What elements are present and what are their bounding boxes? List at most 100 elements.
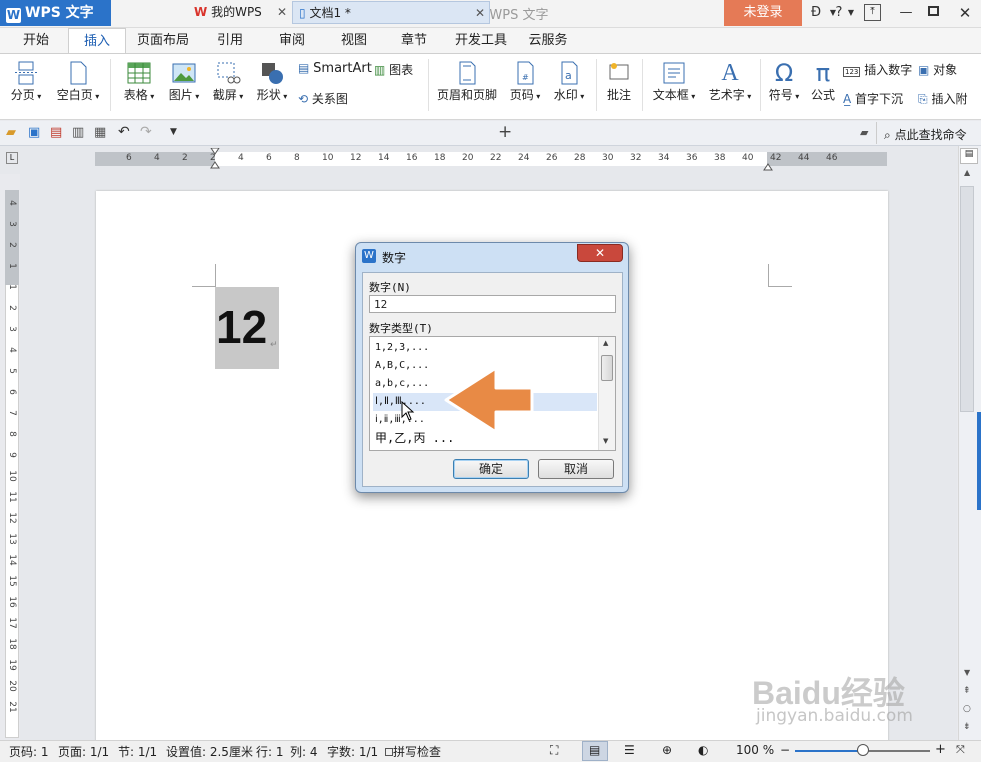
- open-folder-icon[interactable]: ▰: [6, 125, 16, 140]
- tab-review[interactable]: 审阅: [268, 28, 316, 54]
- insert-attachment-button[interactable]: ⎘ 插入附: [918, 90, 967, 107]
- help-button[interactable]: ?: [832, 3, 846, 23]
- textbox-button[interactable]: 文本框 ▾: [648, 60, 700, 103]
- tab-document1[interactable]: ▯ 文档1 * ✕: [292, 1, 490, 24]
- web-view-icon[interactable]: ⊕: [662, 743, 672, 757]
- zoom-out-button[interactable]: −: [780, 743, 790, 757]
- drop-cap-button[interactable]: A̲ 首字下沉: [843, 90, 903, 107]
- tab-cloud[interactable]: 云服务: [522, 28, 574, 54]
- tab-page-layout[interactable]: 页面布局: [134, 28, 192, 54]
- skin-icon[interactable]: Ð: [806, 3, 826, 23]
- list-scrollbar[interactable]: ▲ ▼: [598, 337, 615, 450]
- chevron-down-icon[interactable]: ▼: [170, 127, 177, 137]
- list-item[interactable]: 1,2,3,...: [373, 339, 597, 357]
- undo-icon[interactable]: ↶: [118, 124, 130, 140]
- ruler-number: 19: [7, 659, 17, 671]
- right-indent-marker[interactable]: [763, 160, 773, 171]
- print-preview-icon[interactable]: ▦: [94, 125, 106, 140]
- split-view-icon[interactable]: ▤: [960, 148, 978, 164]
- status-page-number[interactable]: 页码: 1: [9, 743, 49, 760]
- relation-chart-button[interactable]: ⟲ 关系图: [298, 90, 348, 107]
- blank-page-button[interactable]: 空白页 ▾: [54, 60, 102, 103]
- scroll-up-icon[interactable]: ▲: [603, 339, 608, 347]
- scroll-up-icon[interactable]: ▲: [964, 168, 970, 177]
- tab-chapter[interactable]: 章节: [390, 28, 438, 54]
- reading-mode-icon[interactable]: ◐: [698, 743, 708, 757]
- close-tab-icon[interactable]: ✕: [277, 1, 287, 24]
- chart-button[interactable]: ▥ 图表: [374, 61, 413, 78]
- maximize-button[interactable]: [928, 6, 939, 16]
- tab-developer[interactable]: 开发工具: [450, 28, 512, 54]
- indent-marker[interactable]: [210, 147, 220, 170]
- number-input[interactable]: 12: [369, 295, 616, 313]
- status-word-count[interactable]: 字数: 1/1: [327, 743, 378, 760]
- cancel-button[interactable]: 取消: [538, 459, 614, 479]
- command-search[interactable]: ⌕ 点此查找命令: [884, 126, 967, 143]
- ok-button[interactable]: 确定: [453, 459, 529, 479]
- print-icon[interactable]: ▥: [72, 125, 84, 140]
- document-text[interactable]: 12: [216, 300, 267, 354]
- tab-insert[interactable]: 插入: [68, 28, 126, 54]
- tab-start[interactable]: 开始: [12, 28, 60, 54]
- smartart-button[interactable]: ▤ SmartArt: [298, 61, 372, 76]
- zoom-in-button[interactable]: +: [935, 742, 946, 757]
- select-browse-icon[interactable]: ○: [963, 704, 971, 714]
- next-page-icon[interactable]: ⇟: [963, 722, 971, 732]
- prev-page-icon[interactable]: ⇞: [963, 686, 971, 696]
- shape-button[interactable]: 形状 ▾: [252, 60, 292, 103]
- formula-label: 公式: [810, 88, 835, 102]
- picture-icon: [172, 63, 196, 83]
- minimize-button[interactable]: —: [896, 3, 916, 23]
- picture-button[interactable]: 图片 ▾: [164, 60, 204, 103]
- ruler-number: 5: [7, 368, 17, 374]
- page-break-button[interactable]: 分页 ▾: [8, 60, 44, 103]
- symbol-button[interactable]: Ω 符号 ▾: [764, 60, 804, 103]
- comment-button[interactable]: 批注: [602, 60, 636, 103]
- save-icon[interactable]: ▣: [28, 125, 40, 140]
- zoom-level[interactable]: 100 %: [736, 743, 774, 757]
- dialog-close-button[interactable]: ✕: [577, 244, 623, 262]
- chevron-down-icon[interactable]: ▼: [846, 3, 856, 23]
- vertical-ruler-numbers: 4 3 2 1 1 2 3 4 5 6 7 8 9 10 11 12 13 14 15 16 17 18 19 20 21: [5, 190, 19, 738]
- close-tab-icon[interactable]: ✕: [475, 2, 485, 25]
- status-setting[interactable]: 设置值: 2.5厘米: [166, 743, 253, 760]
- outline-view-icon[interactable]: ☰: [624, 743, 635, 757]
- tab-my-wps[interactable]: W 我的WPS ✕: [188, 1, 291, 24]
- zoom-slider-thumb[interactable]: [856, 744, 869, 756]
- page-number-button[interactable]: # 页码 ▾: [504, 60, 546, 103]
- relation-icon: ⟲: [298, 92, 309, 106]
- number-123-icon: 123: [843, 67, 861, 77]
- scroll-down-icon[interactable]: ▼: [964, 668, 970, 677]
- header-footer-button[interactable]: 页眉和页脚: [434, 60, 500, 103]
- login-button[interactable]: 未登录: [724, 0, 802, 26]
- options-icon[interactable]: ▰: [860, 126, 868, 139]
- insert-number-button[interactable]: 123 插入数字: [843, 61, 912, 78]
- fit-window-icon[interactable]: ⤧: [956, 743, 965, 757]
- formula-button[interactable]: π 公式: [806, 60, 840, 103]
- fullscreen-icon[interactable]: ⛶: [550, 743, 558, 758]
- object-button[interactable]: ▣ 对象: [918, 61, 957, 78]
- new-tab-button[interactable]: +: [498, 122, 512, 142]
- scroll-down-icon[interactable]: ▼: [603, 437, 608, 445]
- watermark-button[interactable]: a 水印 ▾: [548, 60, 590, 103]
- ruler-number: 13: [7, 533, 17, 545]
- app-menu-button[interactable]: WWPS 文字 ▼: [0, 0, 111, 45]
- tab-document1-label: 文档1 *: [309, 6, 351, 20]
- table-button[interactable]: 表格 ▾: [120, 60, 158, 103]
- status-section[interactable]: 节: 1/1: [118, 743, 157, 760]
- redo-icon[interactable]: ↷: [140, 124, 152, 140]
- tab-view[interactable]: 视图: [330, 28, 378, 54]
- upload-icon[interactable]: ⤒: [864, 4, 881, 21]
- pdf-export-icon[interactable]: ▤: [50, 125, 62, 140]
- tab-references[interactable]: 引用: [206, 28, 254, 54]
- status-column[interactable]: 列: 4: [290, 743, 318, 760]
- list-scrollbar-thumb[interactable]: [601, 355, 613, 381]
- wordart-button[interactable]: A 艺术字 ▾: [704, 60, 756, 103]
- status-row[interactable]: 行: 1: [256, 743, 284, 760]
- side-panel-toggle[interactable]: [977, 412, 981, 510]
- screenshot-button[interactable]: 截屏 ▾: [208, 60, 248, 103]
- status-pages[interactable]: 页面: 1/1: [58, 743, 109, 760]
- spell-check-toggle[interactable]: 拼写检查: [385, 743, 441, 760]
- close-window-button[interactable]: ✕: [955, 3, 975, 23]
- scrollbar-thumb[interactable]: [960, 186, 974, 412]
